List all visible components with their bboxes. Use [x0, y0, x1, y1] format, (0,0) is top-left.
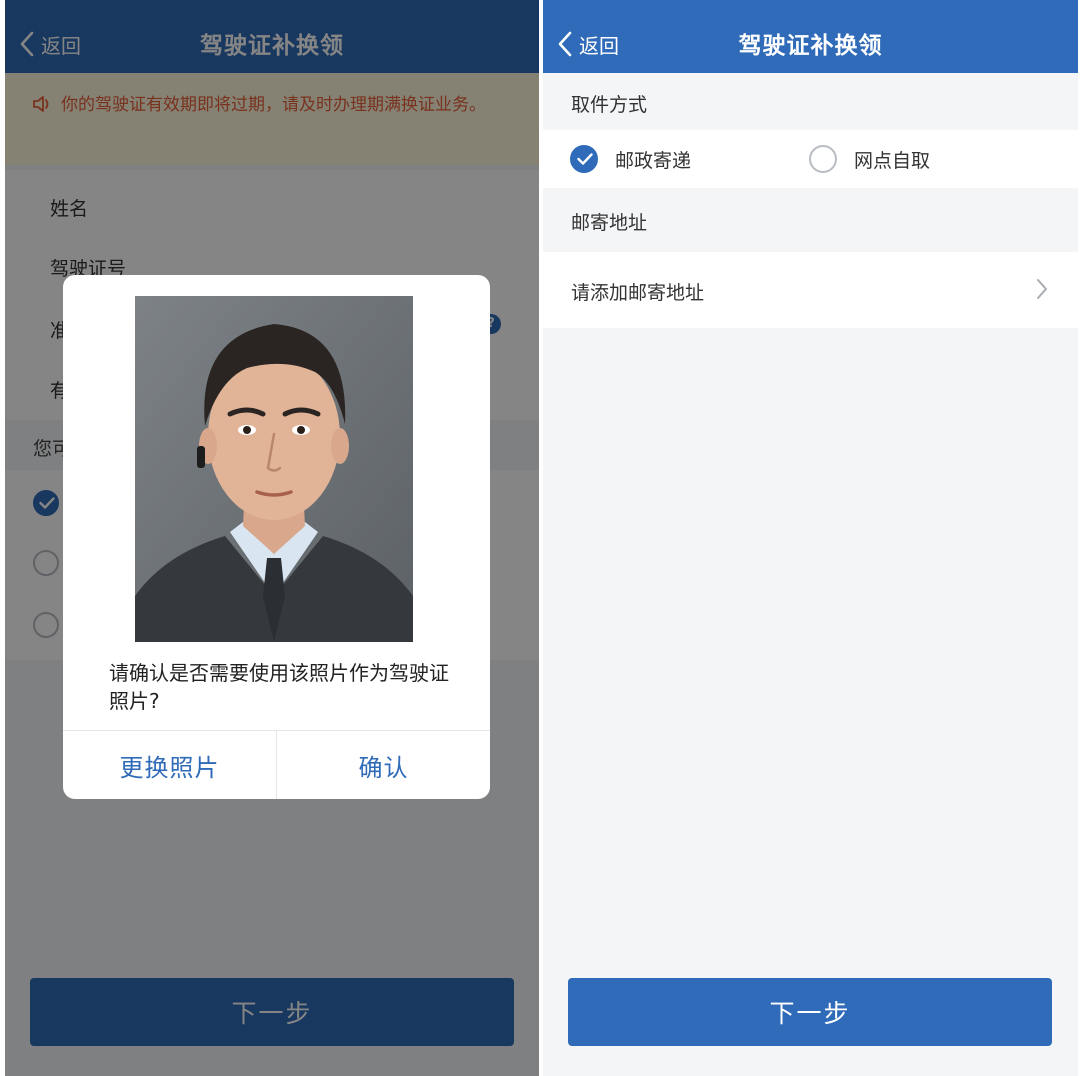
add-address-label: 请添加邮寄地址	[571, 282, 705, 304]
radio-postal-delivery[interactable]	[570, 145, 598, 173]
check-icon	[577, 153, 593, 165]
postal-delivery-label[interactable]: 邮政寄递	[615, 146, 691, 173]
photo-confirm-dialog: 请确认是否需要使用该照片作为驾驶证照片? 更换照片 确认	[63, 275, 490, 799]
pickup-method-title: 取件方式	[571, 94, 648, 116]
pickup-options: 邮政寄递 网点自取	[543, 130, 1078, 188]
mail-address-title: 邮寄地址	[571, 212, 648, 234]
page-title: 驾驶证补换领	[738, 33, 883, 59]
navbar: 返回 驾驶证补换领	[543, 0, 1078, 73]
next-button[interactable]: 下一步	[568, 978, 1052, 1046]
chevron-right-icon	[1037, 279, 1047, 299]
confirm-button[interactable]: 确认	[276, 731, 490, 799]
radio-self-pickup[interactable]	[809, 145, 837, 173]
self-pickup-label[interactable]: 网点自取	[854, 146, 930, 173]
add-address-row[interactable]: 请添加邮寄地址	[543, 252, 1078, 328]
dialog-message: 请确认是否需要使用该照片作为驾驶证照片?	[109, 661, 449, 713]
left-screen: 返回 驾驶证补换领 你的驾驶证有效期即将过期，请及时办理期满换证业务。 姓名 驾…	[5, 0, 539, 1076]
portrait-photo	[135, 296, 413, 642]
right-screen: 返回 驾驶证补换领 取件方式 邮政寄递 网点自取 邮寄地址 请添加邮寄地址 下一…	[543, 0, 1078, 1076]
dialog-actions: 更换照片 确认	[63, 730, 490, 799]
change-photo-button[interactable]: 更换照片	[63, 731, 276, 799]
